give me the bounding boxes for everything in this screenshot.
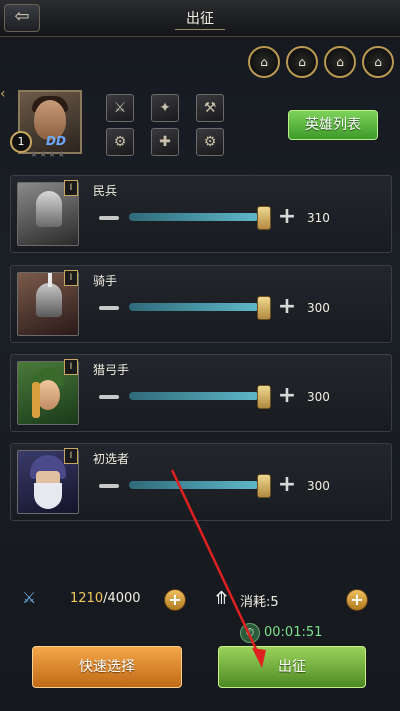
plus-icon[interactable]: + [277,296,297,318]
troop-name: 猎弓手 [93,363,130,377]
equipment-slot-1[interactable]: ⚔ [106,94,134,122]
equipment-slot-5[interactable]: ✚ [151,128,179,156]
add-capacity-button[interactable]: + [164,589,186,611]
troop-card: I 猎弓手 + 300 [10,354,392,432]
clock-icon: ⏱ [240,623,260,643]
troop-name: 民兵 [93,184,118,198]
troop-slider-handle[interactable] [257,206,271,230]
formation-icon-3[interactable]: ⌂ [324,46,356,78]
title-ornament [175,29,225,36]
hero-level-badge: 1 [10,131,32,153]
troop-card: I 初选者 + 300 [10,443,392,521]
hero-list-button[interactable]: 英雄列表 [288,110,378,140]
stamina-icon: ⤊ [214,588,230,609]
tier-badge: I [64,448,78,464]
hero-stars: ★★★★ [30,150,67,160]
minus-icon[interactable] [99,484,119,488]
page-title: 出征 [186,11,214,27]
equipment-slot-4[interactable]: ⚙ [106,128,134,156]
troop-count: 310 [307,211,330,225]
troop-card: I 民兵 + 310 [10,175,392,253]
quick-select-button[interactable]: 快速选择 [32,646,182,688]
troop-name: 初选者 [93,452,130,466]
march-button[interactable]: 出征 [218,646,366,688]
capacity-max: /4000 [103,591,141,606]
troop-count: 300 [307,301,330,315]
troop-slider-handle[interactable] [257,296,271,320]
equipment-slot-2[interactable]: ✦ [151,94,179,122]
march-timer: 00:01:51 [264,625,323,640]
troop-name: 骑手 [93,274,118,288]
troop-capacity-icon: ⚔ [22,588,37,607]
hero-rank-badge: DD [46,134,66,148]
troop-card: I 骑手 + 300 [10,265,392,343]
formation-icon-1[interactable]: ⌂ [248,46,280,78]
side-tab-icon[interactable]: ‹ [0,86,10,106]
tier-badge: I [64,180,78,196]
capacity-current: 1210 [70,591,104,606]
minus-icon[interactable] [99,216,119,220]
minus-icon[interactable] [99,395,119,399]
tier-badge: I [64,270,78,286]
minus-icon[interactable] [99,306,119,310]
troop-slider-track[interactable] [129,392,259,400]
troop-slider-track[interactable] [129,481,259,489]
troop-slider-track[interactable] [129,303,259,311]
beard-icon [34,483,62,509]
troop-slider-handle[interactable] [257,385,271,409]
formation-icon-2[interactable]: ⌂ [286,46,318,78]
plume-icon [48,273,52,287]
add-stamina-button[interactable]: + [346,589,368,611]
troop-slider-handle[interactable] [257,474,271,498]
helmet-icon [36,191,62,227]
equipment-slot-3[interactable]: ⚒ [196,94,224,122]
hair-icon [32,382,40,418]
tier-badge: I [64,359,78,375]
formation-icon-4[interactable]: ⌂ [362,46,394,78]
plus-icon[interactable]: + [277,206,297,228]
plus-icon[interactable]: + [277,385,297,407]
plus-icon[interactable]: + [277,474,297,496]
troop-capacity: 1210/4000 [70,591,141,606]
equipment-slot-6[interactable]: ⚙ [196,128,224,156]
troop-count: 300 [307,390,330,404]
troop-slider-track[interactable] [129,213,259,221]
helmet-icon [36,283,62,317]
consume-label: 消耗:5 [240,595,279,610]
troop-count: 300 [307,479,330,493]
